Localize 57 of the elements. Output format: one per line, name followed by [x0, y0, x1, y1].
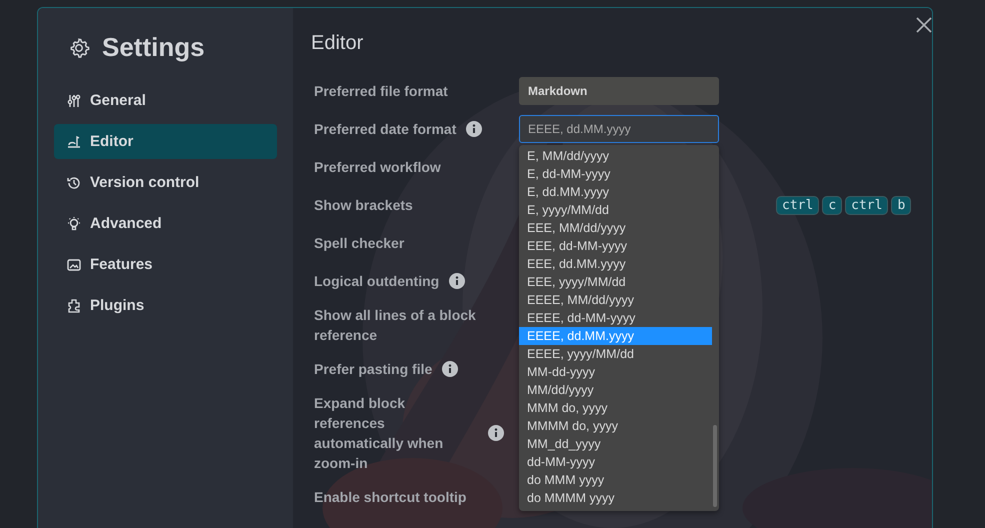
- dropdown-option[interactable]: E, yyyy/MM/dd: [519, 201, 712, 219]
- nav-icon: [66, 92, 82, 108]
- dropdown-option[interactable]: EEE, dd-MM-yyyy: [519, 237, 712, 255]
- dropdown-option[interactable]: EEEE, MM/dd/yyyy: [519, 291, 712, 309]
- setting-label: Expand block references automatically when zoom-in: [314, 394, 444, 473]
- dropdown-option[interactable]: MM/dd/yyyy: [519, 381, 712, 399]
- dropdown-option[interactable]: E, dd-MM-yyyy: [519, 165, 712, 183]
- setting-label: Prefer pasting file: [314, 360, 432, 379]
- info-icon[interactable]: [449, 273, 466, 289]
- dropdown-option[interactable]: E, MM/dd/yyyy: [519, 147, 712, 165]
- nav-item[interactable]: Version control: [54, 165, 277, 200]
- shortcut-key: b: [891, 196, 912, 214]
- nav-icon: [66, 174, 82, 190]
- select-field[interactable]: EEEE, dd.MM.yyyy: [519, 115, 719, 143]
- nav-icon: [66, 256, 82, 272]
- nav-icon: [66, 216, 82, 232]
- select-field[interactable]: Markdown: [519, 77, 719, 105]
- setting-label: Preferred file format: [314, 82, 448, 101]
- close-icon: [915, 16, 933, 34]
- setting-label: Enable shortcut tooltip: [314, 488, 466, 507]
- info-icon[interactable]: [466, 121, 482, 137]
- setting-label: Preferred date format: [314, 120, 456, 139]
- nav-item[interactable]: Features: [54, 247, 277, 282]
- nav-icon: [66, 134, 82, 150]
- settings-icon: [68, 36, 90, 58]
- nav-item[interactable]: General: [54, 83, 277, 118]
- nav-item[interactable]: Editor: [54, 124, 277, 159]
- dropdown-option[interactable]: MMM do, yyyy: [519, 399, 712, 417]
- dropdown-option[interactable]: EEE, MM/dd/yyyy: [519, 219, 712, 237]
- setting-label: Logical outdenting: [314, 272, 440, 291]
- scrollbar-thumb[interactable]: [713, 425, 717, 507]
- info-icon[interactable]: [442, 361, 458, 377]
- shortcut-key: ctrl: [845, 196, 888, 214]
- close-button[interactable]: [915, 16, 933, 34]
- dropdown-option[interactable]: EEEE, yyyy/MM/dd: [519, 345, 712, 363]
- setting-label: Show brackets: [314, 196, 413, 215]
- shortcut-key: c: [822, 196, 842, 214]
- dropdown-option[interactable]: MMMM do, yyyy: [519, 417, 712, 435]
- section-heading: Editor: [311, 32, 364, 55]
- nav-item[interactable]: Advanced: [54, 206, 277, 241]
- dropdown-option[interactable]: E, dd.MM.yyyy: [519, 183, 712, 201]
- dropdown-option[interactable]: EEE, yyyy/MM/dd: [519, 273, 712, 291]
- dropdown-option[interactable]: dd-MM-yyyy: [519, 453, 712, 471]
- info-icon[interactable]: [488, 425, 504, 441]
- dropdown-option[interactable]: MM_dd_yyyy: [519, 435, 712, 453]
- dropdown-option[interactable]: EEE, dd.MM.yyyy: [519, 255, 712, 273]
- dropdown-option[interactable]: do MMM yyyy: [519, 471, 712, 489]
- setting-label: Show all lines of a block reference: [314, 306, 477, 345]
- dropdown-option[interactable]: do MMMM yyyy: [519, 489, 712, 507]
- settings-title: Settings: [102, 32, 205, 63]
- setting-label: Spell checker: [314, 234, 404, 253]
- dropdown-option[interactable]: EEEE, dd-MM-yyyy: [519, 309, 712, 327]
- shortcut-key: ctrl: [776, 196, 820, 214]
- nav-icon: [66, 298, 82, 314]
- dropdown-option[interactable]: MM-dd-yyyy: [519, 363, 712, 381]
- setting-label: Preferred workflow: [314, 158, 441, 177]
- nav-item[interactable]: Plugins: [54, 288, 277, 323]
